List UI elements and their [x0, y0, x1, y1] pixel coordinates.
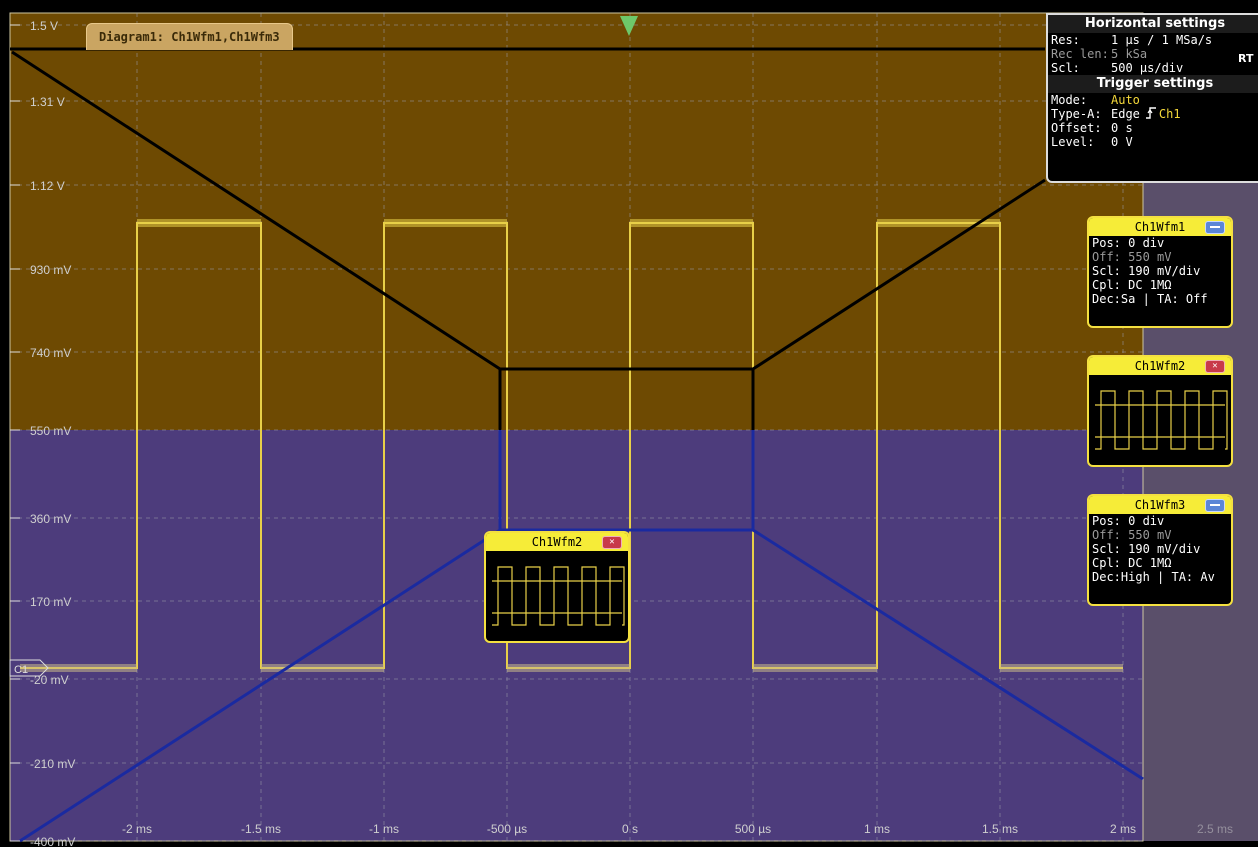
horizontal-res-row: Res: 1 µs / 1 MSa/s	[1048, 33, 1258, 47]
trace-noise-band	[630, 219, 753, 227]
ch1wfm1-decimation: Dec:Sa | TA: Off	[1092, 292, 1208, 306]
floating-ch1wfm2-preview	[492, 566, 625, 626]
level-value: 0 V	[1111, 135, 1133, 149]
y-tick-label: 170 mV	[30, 595, 71, 609]
ch1wfm1-title: Ch1Wfm1	[1134, 220, 1186, 234]
horizontal-reclen-row: Rec len: 5 kSa	[1048, 47, 1258, 61]
y-tick-label: 1.12 V	[30, 179, 65, 193]
y-tick-label: 1.31 V	[30, 95, 65, 109]
floating-ch1wfm2-title-bar[interactable]: Ch1Wfm2 ✕	[486, 533, 628, 551]
x-tick-label: 2.5 ms	[1197, 822, 1233, 836]
y-tick-label: 1.5 V	[30, 19, 58, 33]
ch1wfm1-pos: Pos: 0 div	[1092, 236, 1165, 250]
y-tick-label: 740 mV	[30, 346, 71, 360]
x-tick-label: 0 s	[622, 822, 638, 836]
floating-ch1wfm2-title: Ch1Wfm2	[531, 535, 583, 549]
y-tick-label: -210 mV	[30, 757, 75, 771]
oscilloscope-display: 1.5 V 1.31 V 1.12 V 930 mV 740 mV 550 mV 360 m…	[0, 0, 1258, 847]
trace-noise-band	[20, 664, 137, 672]
ch1wfm2-preview	[1095, 390, 1228, 450]
ch1wfm3-decimation: Dec:High | TA: Av	[1092, 570, 1215, 584]
x-tick-label: 2 ms	[1110, 822, 1136, 836]
type-key: Type-A:	[1051, 107, 1102, 121]
minimize-icon[interactable]	[1205, 221, 1225, 234]
trigger-type-row: Type-A: Edge Ch1	[1048, 107, 1258, 121]
y-tick-label: 360 mV	[30, 512, 71, 526]
ch1wfm3-info-box[interactable]: Ch1Wfm3 Pos: 0 div Off: 550 mV Scl: 190 …	[1087, 494, 1233, 606]
reclen-value: 5 kSa	[1111, 47, 1148, 61]
horizontal-scl-row: Scl: 500 µs/div	[1048, 61, 1258, 75]
ch1wfm3-coupling: Cpl: DC 1MΩ	[1092, 556, 1172, 570]
y-tick-label: -400 mV	[30, 835, 75, 847]
scl-value: 500 µs/div	[1111, 61, 1184, 75]
trigger-source: Ch1	[1158, 107, 1181, 121]
trigger-level-row: Level: 0 V	[1048, 135, 1258, 149]
ch1wfm2-title: Ch1Wfm2	[1134, 359, 1186, 373]
ch1wfm1-scale: Scl: 190 mV/div	[1092, 264, 1201, 278]
trigger-mode-row: Mode: Auto	[1048, 93, 1258, 107]
y-tick-label: -20 mV	[30, 673, 69, 687]
floating-ch1wfm2-box[interactable]: Ch1Wfm2 ✕	[484, 531, 630, 643]
x-tick-label: -500 µs	[487, 822, 527, 836]
res-value: 1 µs / 1 MSa/s	[1111, 33, 1213, 47]
offset-value: 0 s	[1111, 121, 1133, 135]
ch1wfm1-coupling: Cpl: DC 1MΩ	[1092, 278, 1172, 292]
x-tick-label: 1 ms	[864, 822, 890, 836]
trace-noise-band	[384, 219, 507, 227]
ch1wfm2-info-box[interactable]: Ch1Wfm2 ✕	[1087, 355, 1233, 467]
type-value: Edge	[1111, 107, 1140, 121]
trigger-offset-row: Offset: 0 s	[1048, 121, 1258, 135]
ch1wfm3-offset: Off: 550 mV	[1092, 528, 1172, 542]
ch1wfm1-title-bar[interactable]: Ch1Wfm1	[1089, 218, 1231, 236]
ch1wfm2-title-bar[interactable]: Ch1Wfm2 ✕	[1089, 357, 1231, 375]
res-key: Res:	[1051, 33, 1080, 47]
channel-marker-label: C1	[14, 664, 28, 676]
acquisition-mode-badge: RT	[1238, 52, 1254, 65]
ch1wfm3-scale: Scl: 190 mV/div	[1092, 542, 1201, 556]
offset-key: Offset:	[1051, 121, 1102, 135]
trigger-settings-title: Trigger settings	[1048, 75, 1258, 93]
diagram-tab[interactable]: Diagram1: Ch1Wfm1,Ch1Wfm3	[86, 23, 293, 50]
ch1wfm1-offset: Off: 550 mV	[1092, 250, 1172, 264]
x-tick-label: 500 µs	[735, 822, 771, 836]
close-icon[interactable]: ✕	[602, 536, 622, 549]
reclen-key: Rec len:	[1051, 47, 1109, 61]
mode-key: Mode:	[1051, 93, 1088, 107]
trace-noise-band	[261, 664, 384, 672]
x-tick-label: -2 ms	[122, 822, 152, 836]
y-tick-label: 930 mV	[30, 263, 71, 277]
trace-noise-band	[753, 664, 877, 672]
ch1wfm3-pos: Pos: 0 div	[1092, 514, 1165, 528]
settings-panel[interactable]: Horizontal settings Res: 1 µs / 1 MSa/s …	[1046, 13, 1258, 183]
ch1wfm3-title-bar[interactable]: Ch1Wfm3	[1089, 496, 1231, 514]
level-key: Level:	[1051, 135, 1095, 149]
ch1wfm1-info-box[interactable]: Ch1Wfm1 Pos: 0 div Off: 550 mV Scl: 190 …	[1087, 216, 1233, 328]
trace-noise-band	[1000, 664, 1123, 672]
x-tick-label: 1.5 ms	[982, 822, 1018, 836]
mode-value: Auto	[1111, 93, 1140, 107]
ch1wfm3-title: Ch1Wfm3	[1134, 498, 1186, 512]
y-tick-label: 550 mV	[30, 424, 71, 438]
scl-key: Scl:	[1051, 61, 1080, 75]
horizontal-settings-title: Horizontal settings	[1048, 15, 1258, 33]
rising-edge-icon	[1145, 107, 1159, 121]
close-icon[interactable]: ✕	[1205, 360, 1225, 373]
minimize-icon[interactable]	[1205, 499, 1225, 512]
trace-noise-band	[507, 664, 630, 672]
trace-noise-band	[137, 219, 261, 227]
x-tick-label: -1.5 ms	[241, 822, 281, 836]
x-tick-label: -1 ms	[369, 822, 399, 836]
